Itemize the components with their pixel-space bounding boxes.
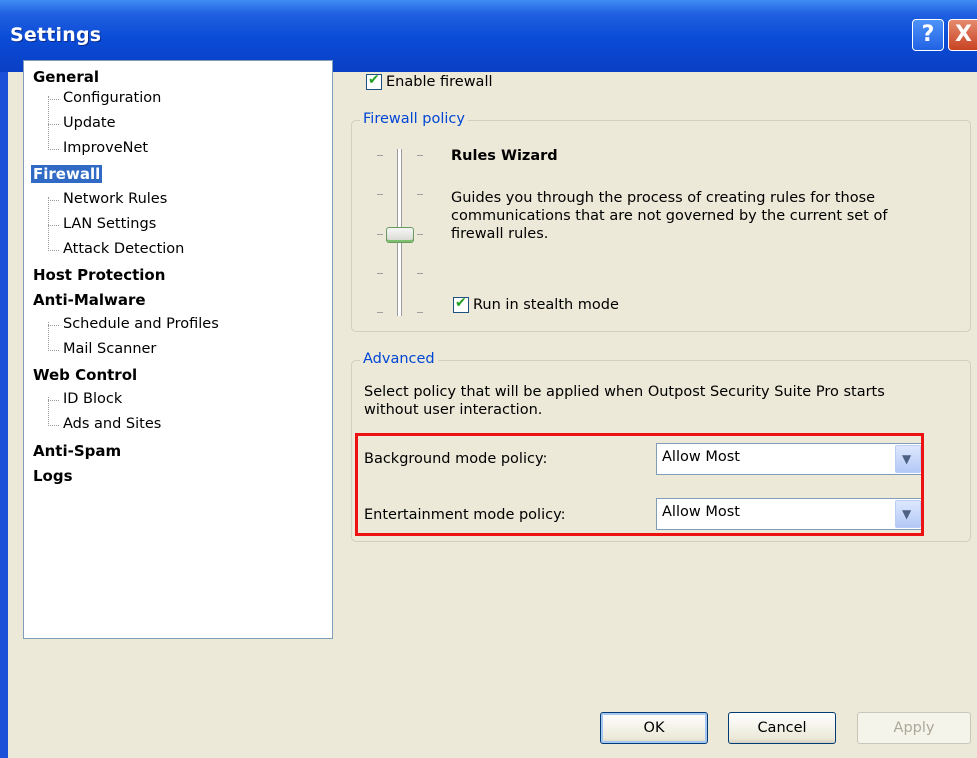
apply-button[interactable]: Apply [857,712,971,744]
stealth-mode-label[interactable]: Run in stealth mode [473,297,619,313]
firewall-policy-group: Firewall policy Rules Wizard Guides you … [351,111,971,332]
slider-tick [417,273,423,274]
stealth-mode-checkbox[interactable]: ✔ [453,295,469,313]
tree-connector [48,96,49,150]
dialog-body: General Configuration Update ImproveNet … [8,60,977,758]
tree-connector [48,149,59,150]
window-title: Settings [10,24,102,46]
tree-item-id-block[interactable]: ID Block [63,391,122,407]
enable-firewall-label[interactable]: Enable firewall [386,74,493,90]
cancel-button[interactable]: Cancel [728,712,836,744]
checkmark-icon: ✔ [455,295,467,311]
settings-tree[interactable]: General Configuration Update ImproveNet … [23,60,333,639]
close-button[interactable]: X [948,19,977,51]
tree-item-update[interactable]: Update [63,115,116,131]
tree-connector [48,225,59,226]
advanced-title: Advanced [360,351,438,367]
tree-item-anti-malware[interactable]: Anti-Malware [33,291,146,309]
slider-tick [377,234,383,235]
tree-item-network-rules[interactable]: Network Rules [63,191,167,207]
slider-tick [417,155,423,156]
tree-item-lan-settings[interactable]: LAN Settings [63,216,156,232]
slider-tick [417,194,423,195]
firewall-policy-title: Firewall policy [360,111,468,127]
ok-button[interactable]: OK [600,712,708,744]
tree-connector [48,325,59,326]
highlight-box [355,433,924,536]
tree-connector [48,322,49,351]
tree-item-configuration[interactable]: Configuration [63,90,161,106]
tree-connector [48,197,49,251]
tree-item-ads-and-sites[interactable]: Ads and Sites [63,416,161,432]
tree-item-mail-scanner[interactable]: Mail Scanner [63,341,156,357]
advanced-description: Select policy that will be applied when … [364,384,885,418]
settings-window: Settings ? X General Configuration Updat… [0,0,977,758]
enable-firewall-checkbox[interactable]: ✔ [366,72,382,90]
tree-connector [48,99,59,100]
slider-tick [417,234,423,235]
slider-tick [417,312,423,313]
tree-item-web-control[interactable]: Web Control [33,366,137,384]
tree-item-schedule-and-profiles[interactable]: Schedule and Profiles [63,316,219,332]
tree-connector [48,397,49,426]
checkmark-icon: ✔ [368,72,380,88]
tree-connector [48,250,59,251]
tree-item-logs[interactable]: Logs [33,467,73,485]
tree-item-firewall[interactable]: Firewall [31,165,103,183]
tree-item-general[interactable]: General [33,68,99,86]
tree-connector [48,350,59,351]
help-button[interactable]: ? [912,19,944,51]
tree-connector [48,124,59,125]
tree-item-host-protection[interactable]: Host Protection [33,266,165,284]
slider-tick [377,312,383,313]
policy-slider-thumb[interactable] [386,227,414,243]
tree-connector [48,425,59,426]
slider-tick [377,155,383,156]
policy-name: Rules Wizard [451,148,558,164]
tree-connector [48,200,59,201]
policy-description: Guides you through the process of creati… [451,190,888,242]
tree-connector [48,400,59,401]
tree-item-improvenet[interactable]: ImproveNet [63,140,148,156]
tree-item-anti-spam[interactable]: Anti-Spam [33,442,121,460]
slider-tick [377,273,383,274]
slider-tick [377,194,383,195]
tree-item-attack-detection[interactable]: Attack Detection [63,241,184,257]
